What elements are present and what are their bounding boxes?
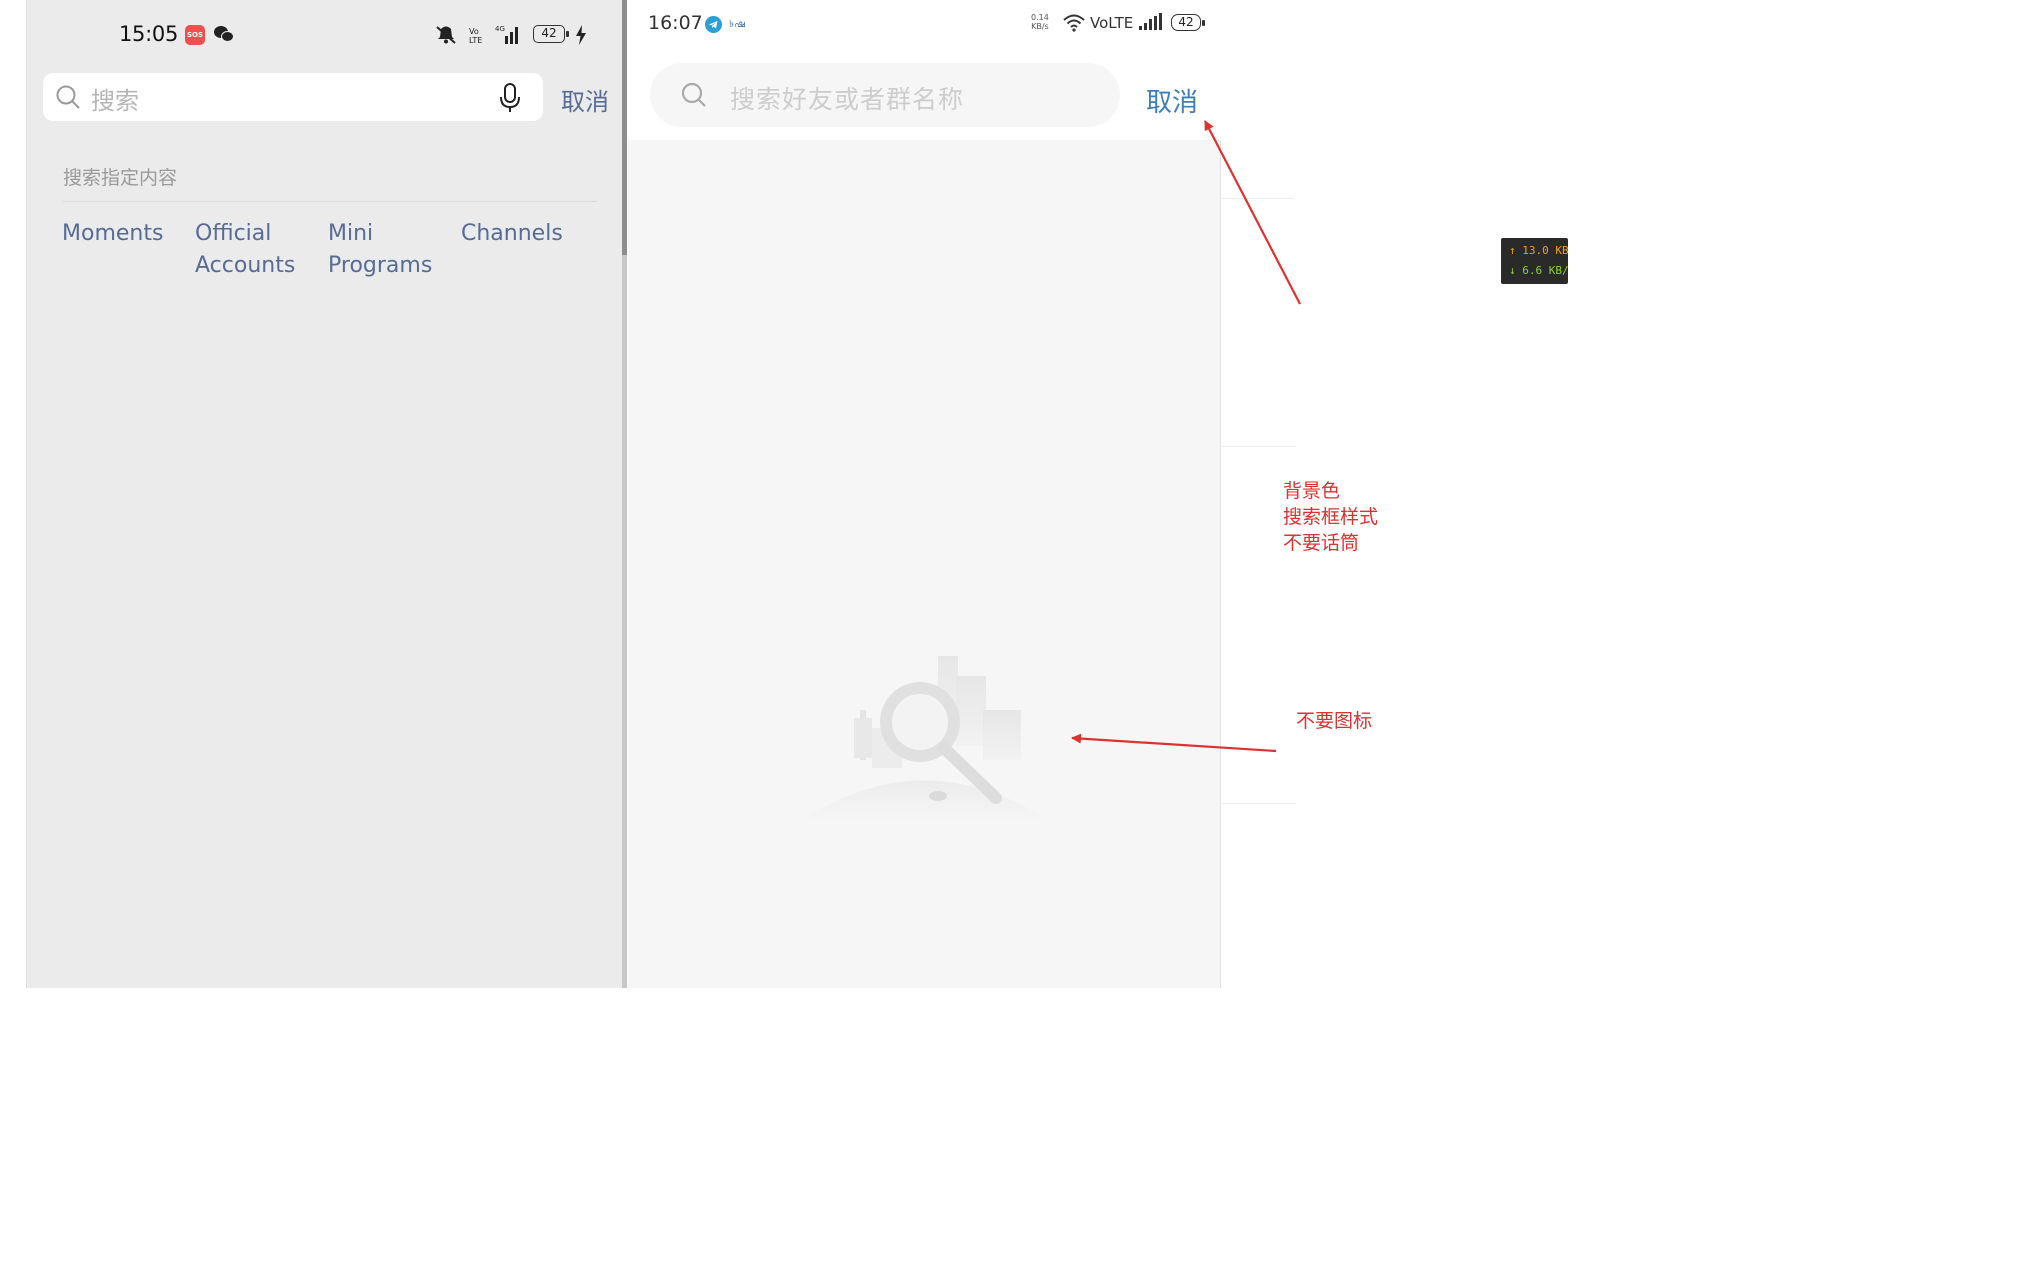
divider bbox=[1222, 803, 1296, 804]
mute-icon bbox=[436, 26, 456, 44]
wifi-icon bbox=[1063, 14, 1085, 32]
volte-label: VoLTE bbox=[1090, 14, 1134, 32]
cancel-button[interactable]: 取消 bbox=[561, 82, 609, 117]
filter-moments[interactable]: Moments bbox=[62, 218, 163, 250]
svg-text:LTE: LTE bbox=[469, 36, 482, 44]
status-time: 16:07 bbox=[648, 12, 703, 34]
volte-icon: Vo LTE bbox=[469, 27, 482, 44]
signal-icon bbox=[1139, 13, 1162, 30]
filter-official-accounts[interactable]: Official Accounts bbox=[195, 218, 295, 282]
network-speed: 0.14 KB/s bbox=[1031, 13, 1049, 31]
download-speed: ↓ 6.6 KB/ bbox=[1509, 264, 1568, 277]
cancel-button[interactable]: 取消 bbox=[1146, 82, 1198, 119]
telegram-icon bbox=[705, 16, 722, 33]
empty-state-illustration bbox=[798, 656, 1053, 823]
search-icon bbox=[681, 82, 706, 107]
notification-icon: ৳ഷ bbox=[729, 19, 745, 30]
status-icons: Vo LTE 4G 42 bbox=[431, 22, 611, 48]
scrollbar-thumb[interactable] bbox=[622, 0, 627, 255]
left-status-bar: 15:05 SOS Vo LTE 4G 42 bbox=[27, 0, 625, 64]
filter-channels[interactable]: Channels bbox=[461, 218, 563, 250]
right-header: 16:07 ৳ഷ 0.14 KB/s VoLTE 42 搜索好友或者群名称 取消 bbox=[628, 0, 1221, 140]
battery-icon: 42 bbox=[533, 25, 569, 43]
divider bbox=[63, 201, 597, 202]
charging-icon bbox=[576, 25, 586, 45]
svg-text:Vo: Vo bbox=[469, 27, 479, 36]
network-monitor-widget: ↑ 13.0 KB ↓ 6.6 KB/ bbox=[1501, 238, 1568, 284]
upload-speed: ↑ 13.0 KB bbox=[1509, 244, 1568, 257]
search-input[interactable]: 搜索 bbox=[91, 81, 139, 116]
svg-text:4G: 4G bbox=[495, 25, 505, 33]
annotation-note: 背景色 搜索框样式 不要话筒 bbox=[1283, 480, 1379, 554]
signal-icon: 4G bbox=[495, 25, 518, 44]
search-bar[interactable]: 搜索好友或者群名称 bbox=[650, 63, 1120, 127]
scrollbar-track[interactable] bbox=[622, 255, 627, 988]
search-icon bbox=[56, 85, 80, 109]
status-time: 15:05 bbox=[119, 22, 179, 46]
divider bbox=[1222, 198, 1294, 199]
search-input[interactable]: 搜索好友或者群名称 bbox=[730, 80, 964, 116]
battery-icon: 42 bbox=[1171, 14, 1205, 31]
left-phone-screen: 15:05 SOS Vo LTE 4G 42 搜索 取消 搜索指定内容 Mome… bbox=[26, 0, 624, 988]
search-bar[interactable]: 搜索 bbox=[43, 73, 543, 121]
divider bbox=[1222, 446, 1296, 447]
sos-badge: SOS bbox=[185, 25, 205, 45]
microphone-icon[interactable] bbox=[499, 83, 521, 113]
section-title: 搜索指定内容 bbox=[63, 167, 178, 189]
annotation-note: 不要图标 bbox=[1296, 710, 1373, 732]
filter-mini-programs[interactable]: Mini Programs bbox=[328, 218, 432, 282]
wechat-icon bbox=[214, 26, 234, 42]
right-phone-screen: 16:07 ৳ഷ 0.14 KB/s VoLTE 42 搜索好友或者群名称 取消 bbox=[628, 0, 1221, 988]
